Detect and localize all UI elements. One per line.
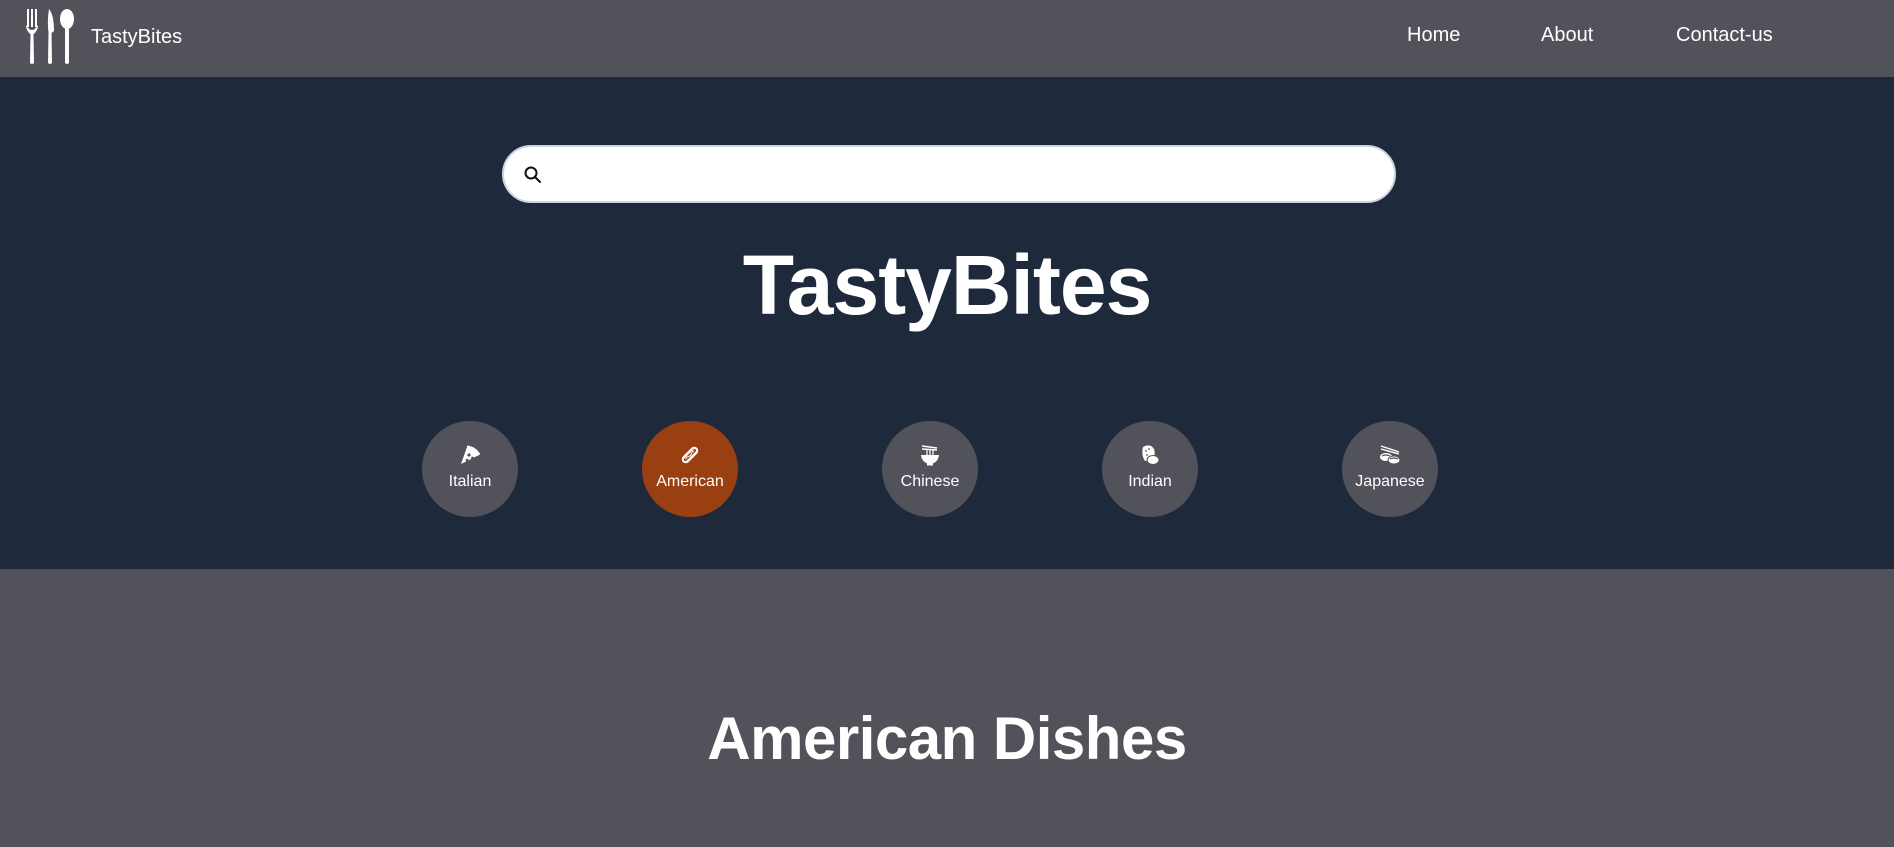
- search-bar[interactable]: [502, 145, 1396, 203]
- dishes-section: American Dishes: [0, 569, 1894, 847]
- category-japanese[interactable]: Japanese: [1342, 421, 1438, 517]
- nav-link-home[interactable]: Home: [1407, 24, 1460, 47]
- hero-title: TastyBites: [742, 238, 1153, 332]
- category-label: Chinese: [900, 473, 960, 490]
- sushi-icon: [1380, 445, 1401, 465]
- brand[interactable]: TastyBites: [25, 9, 182, 65]
- category-label: Indian: [1128, 473, 1172, 490]
- naan-icon: [1142, 445, 1160, 465]
- hero-section: TastyBites Italian American Chinese Indi…: [0, 77, 1894, 569]
- category-label: American: [656, 473, 724, 490]
- noodle-bowl-icon: [921, 445, 939, 466]
- utensils-logo-icon: [26, 9, 74, 64]
- brand-name: TastyBites: [91, 25, 183, 48]
- category-indian[interactable]: Indian: [1102, 421, 1198, 517]
- section-title: American Dishes: [707, 705, 1187, 772]
- nav-link-about[interactable]: About: [1541, 24, 1593, 47]
- category-chinese[interactable]: Chinese: [882, 421, 978, 517]
- search-icon: [524, 166, 541, 183]
- navbar: TastyBites Home About Contact-us: [0, 0, 1894, 77]
- search-input[interactable]: [558, 155, 1382, 195]
- category-label: Italian: [448, 473, 492, 490]
- nav-link-contact[interactable]: Contact-us: [1676, 24, 1773, 47]
- category-american[interactable]: American: [642, 421, 738, 517]
- hotdog-icon: [681, 446, 699, 464]
- category-label: Japanese: [1355, 473, 1425, 490]
- category-italian[interactable]: Italian: [422, 421, 518, 517]
- pizza-icon: [461, 445, 481, 464]
